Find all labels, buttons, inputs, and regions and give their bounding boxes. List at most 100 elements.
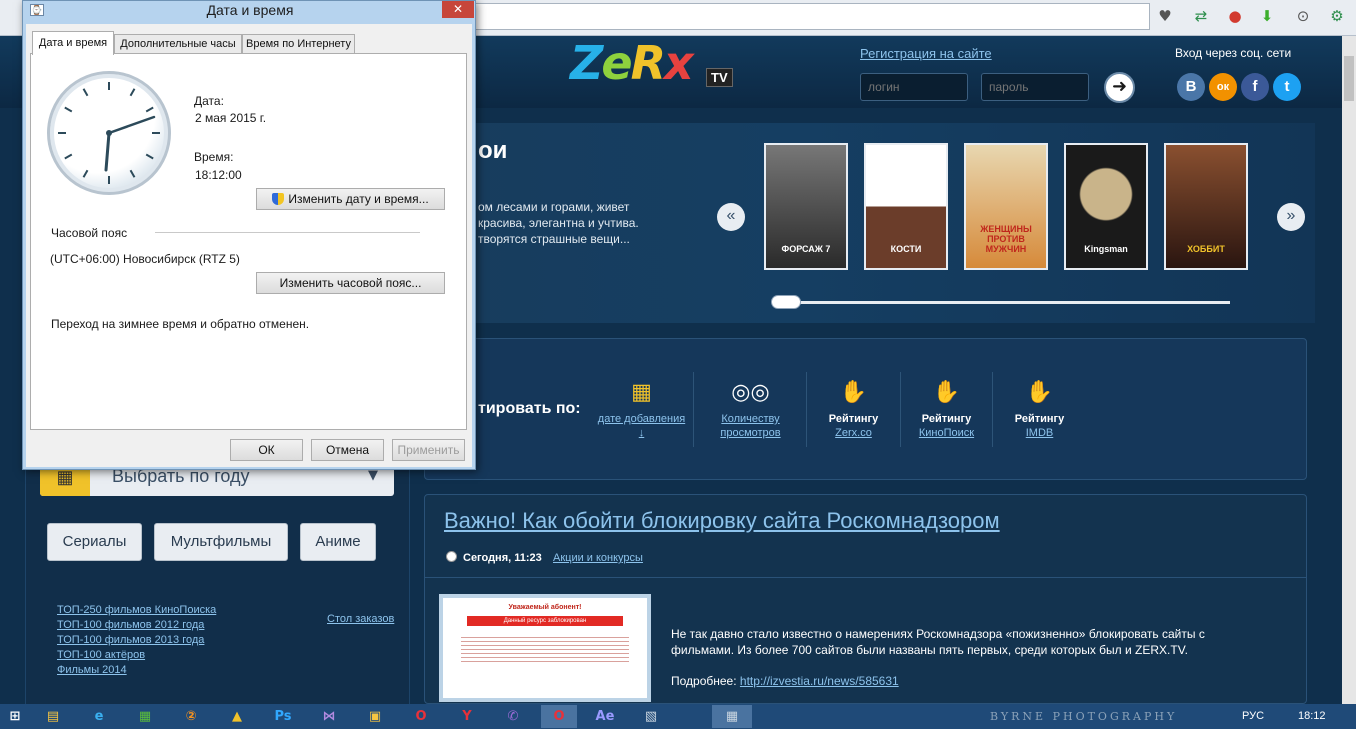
login-submit-button[interactable]: ➜	[1104, 72, 1135, 103]
logo-letter: x	[663, 36, 694, 90]
download-manager-icon[interactable]: ⊙	[1292, 5, 1314, 27]
article-more: Подробнее: http://izvestia.ru/news/58563…	[671, 674, 899, 688]
tab-additional-clocks[interactable]: Дополнительные часы	[114, 34, 242, 54]
series-button[interactable]: Сериалы	[47, 523, 142, 561]
extension-icon[interactable]: ⚙	[1326, 5, 1348, 27]
article-image[interactable]: Уважаемый абонент! Данный ресурс заблоки…	[439, 594, 651, 702]
file-explorer-icon[interactable]: ▤	[38, 705, 68, 728]
vk-login-button[interactable]: В	[1177, 73, 1205, 101]
change-datetime-label: Изменить дату и время...	[288, 192, 429, 206]
language-indicator[interactable]: РУС	[1242, 704, 1264, 729]
odnoklassniki-login-button[interactable]: ок	[1209, 73, 1237, 101]
top-link[interactable]: ТОП-250 фильмов КиноПоиска	[57, 603, 216, 618]
logo-letter: e	[601, 36, 632, 90]
anime-button[interactable]: Аниме	[300, 523, 376, 561]
slider-prev-button[interactable]: «	[717, 203, 745, 231]
sort-rating-source[interactable]: Zerx.co	[806, 426, 901, 440]
register-link[interactable]: Регистрация на сайте	[860, 46, 992, 61]
sort-by-kinopoisk-rating[interactable]: ✋ Рейтингу КиноПоиск	[899, 380, 994, 440]
cancel-button[interactable]: Отмена	[311, 439, 384, 461]
more-link[interactable]: http://izvestia.ru/news/585631	[740, 674, 899, 688]
logo-letter: R	[630, 36, 666, 90]
sort-by-zerx-rating[interactable]: ✋ Рейтингу Zerx.co	[806, 380, 901, 440]
store-icon[interactable]: ▦	[130, 705, 160, 728]
start-icon[interactable]: ⊞	[0, 705, 30, 728]
close-button[interactable]: ✕	[442, 1, 474, 18]
article-category[interactable]: Акции и конкурсы	[553, 552, 643, 564]
login-input[interactable]	[860, 73, 968, 101]
apply-button[interactable]: Применить	[392, 439, 465, 461]
poster-title: ХОББИТ	[1187, 244, 1225, 254]
tab-internet-time[interactable]: Время по Интернету	[242, 34, 355, 54]
sort-divider	[693, 372, 694, 447]
translate-icon[interactable]: ⇄	[1190, 5, 1212, 27]
movie-poster[interactable]: ХОББИТ	[1164, 143, 1248, 270]
orders-table-link[interactable]: Стол заказов	[327, 613, 394, 625]
tab-date-time[interactable]: Дата и время	[32, 31, 114, 55]
change-datetime-button[interactable]: Изменить дату и время...	[256, 188, 445, 210]
sort-rating-label: Рейтингу	[1014, 413, 1065, 425]
ok-button[interactable]: ОК	[230, 439, 303, 461]
viber-icon[interactable]: ✆	[498, 705, 528, 728]
movie-poster[interactable]: Kingsman	[1064, 143, 1148, 270]
after-effects-icon[interactable]: Ae	[590, 705, 620, 728]
timezone-divider	[155, 232, 420, 233]
yandex-browser-icon[interactable]: Y	[452, 705, 482, 728]
slider-heading: ои	[478, 137, 508, 164]
photoshop-icon[interactable]: Ps	[268, 705, 298, 728]
glasses-icon: ◎◎	[731, 380, 770, 405]
facebook-login-button[interactable]: f	[1241, 73, 1269, 101]
top-link[interactable]: ТОП-100 фильмов 2012 года	[57, 618, 216, 633]
app-triangle-icon[interactable]: ▲	[222, 705, 252, 728]
sort-by-views[interactable]: ◎◎ Количеству просмотров	[703, 380, 798, 440]
poster-title: ФОРСАЖ 7	[781, 244, 831, 254]
opera-active-icon[interactable]: O	[541, 705, 577, 728]
top-link[interactable]: ТОП-100 фильмов 2013 года	[57, 633, 216, 648]
sort-by-imdb-rating[interactable]: ✋ Рейтингу IMDB	[992, 380, 1087, 440]
bookmark-heart-icon[interactable]: ♥	[1154, 5, 1176, 27]
address-bar[interactable]	[470, 3, 1150, 30]
image-banner: Данный ресурс заблокирован	[467, 616, 623, 626]
clock-face-icon	[58, 82, 160, 184]
site-logo[interactable]: ZeRx	[570, 36, 694, 90]
visual-studio-icon[interactable]: ⋈	[314, 705, 344, 728]
top-link[interactable]: Фильмы 2014	[57, 663, 216, 678]
sort-rating-label: Рейтингу	[828, 413, 879, 425]
scrollbar-thumb[interactable]	[1344, 56, 1354, 101]
download-arrow-icon[interactable]: ⬇	[1256, 5, 1278, 27]
top-link[interactable]: ТОП-100 актёров	[57, 648, 216, 663]
image-title: Уважаемый абонент!	[508, 604, 582, 611]
slider-next-button[interactable]: »	[1277, 203, 1305, 231]
slider-track[interactable]	[775, 301, 1230, 304]
date-time-settings-icon[interactable]: ▦	[712, 705, 752, 728]
thumbs-up-icon: ✋	[932, 380, 961, 405]
social-login-title: Вход через соц. сети	[1175, 46, 1292, 60]
thumbs-up-icon: ✋	[839, 380, 868, 405]
movie-poster[interactable]: ФОРСАЖ 7	[764, 143, 848, 270]
change-timezone-button[interactable]: Изменить часовой пояс...	[256, 272, 445, 294]
sort-rating-source[interactable]: КиноПоиск	[899, 426, 994, 440]
internet-explorer-icon[interactable]: e	[84, 705, 114, 728]
slider-thumb[interactable]	[771, 295, 801, 309]
sort-rating-source[interactable]: IMDB	[992, 426, 1087, 440]
cartoons-button[interactable]: Мультфильмы	[154, 523, 288, 561]
sort-by-date[interactable]: ▦ дате добавления ↓	[594, 380, 689, 440]
scrollbar[interactable]	[1342, 36, 1356, 704]
article-title[interactable]: Важно! Как обойти блокировку сайта Роско…	[444, 508, 1000, 534]
app-2-icon[interactable]: ②	[176, 705, 206, 728]
clock-display[interactable]: 18:12	[1298, 704, 1326, 729]
photography-watermark: BYRNE PHOTOGRAPHY	[990, 710, 1178, 723]
poster-title: Kingsman	[1084, 244, 1128, 254]
app-window-icon[interactable]: ▧	[636, 705, 666, 728]
analog-clock	[47, 71, 171, 195]
app-folder-icon[interactable]: ▣	[360, 705, 390, 728]
movie-poster[interactable]: КОСТИ	[864, 143, 948, 270]
twitter-login-button[interactable]: t	[1273, 73, 1301, 101]
sort-by-date-label[interactable]: дате добавления ↓	[594, 412, 689, 440]
password-input[interactable]	[981, 73, 1089, 101]
opera-icon[interactable]: O	[406, 705, 436, 728]
clock-icon	[446, 551, 457, 562]
movie-poster[interactable]: ЖЕНЩИНЫ ПРОТИВ МУЖЧИН	[964, 143, 1048, 270]
adblock-icon[interactable]: ●	[1224, 5, 1246, 27]
sort-by-views-label[interactable]: Количеству просмотров	[703, 412, 798, 440]
